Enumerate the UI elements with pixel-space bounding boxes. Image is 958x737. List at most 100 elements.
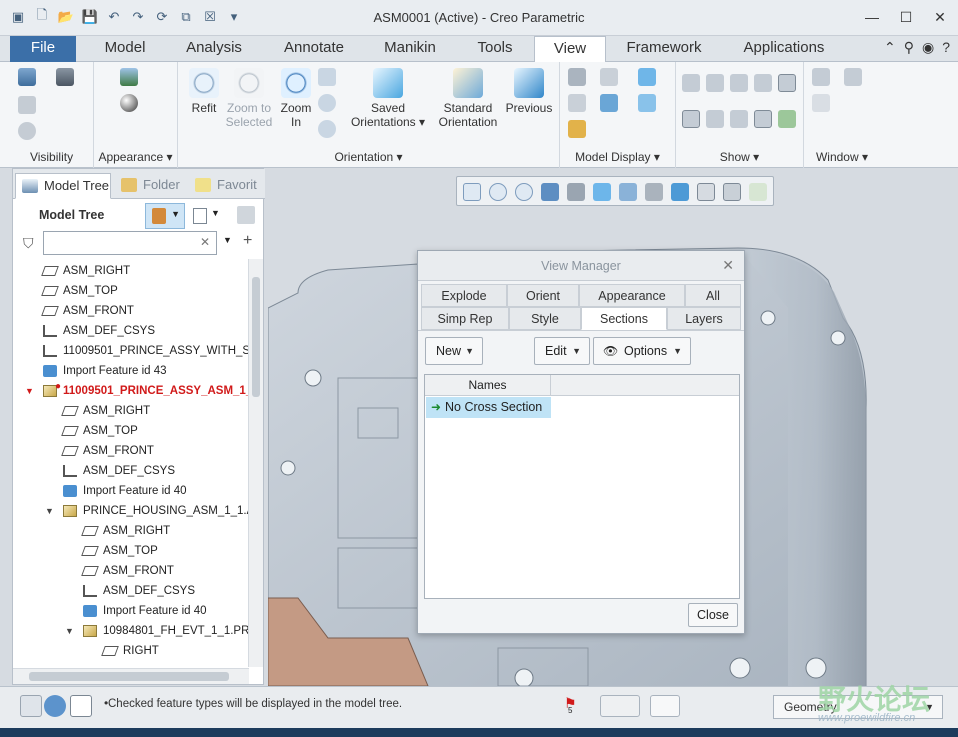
- navigator-toggle-icon[interactable]: [20, 695, 42, 717]
- tree-item[interactable]: ASM_TOP: [13, 541, 249, 561]
- refit-icon[interactable]: [463, 183, 481, 201]
- add-icon[interactable]: +: [243, 232, 252, 250]
- tree-item[interactable]: ASM_TOP: [13, 281, 249, 301]
- settings-dropdown[interactable]: ▼: [145, 203, 185, 229]
- tree-item[interactable]: ASM_DEF_CSYS: [13, 461, 249, 481]
- close-icon[interactable]: ✕: [928, 6, 952, 28]
- browser-icon[interactable]: [44, 695, 66, 717]
- tab-view[interactable]: View: [534, 36, 606, 63]
- activate-icon[interactable]: [812, 68, 830, 86]
- tab-model[interactable]: Model: [88, 36, 162, 62]
- orientation-label[interactable]: Orientation ▾: [178, 150, 559, 164]
- appearance-label[interactable]: Appearance ▾: [94, 150, 177, 164]
- plane-tag-icon[interactable]: [682, 110, 700, 128]
- perspective-icon[interactable]: [645, 183, 663, 201]
- list-item[interactable]: ➜ No Cross Section: [426, 397, 551, 418]
- select-box-icon[interactable]: [650, 695, 680, 717]
- window-label[interactable]: Window ▾: [804, 150, 880, 164]
- point-tag-icon[interactable]: [730, 110, 748, 128]
- search-icon[interactable]: ⚲: [904, 39, 914, 56]
- scenes-icon[interactable]: [120, 68, 138, 86]
- maximize-icon[interactable]: ☐: [894, 6, 918, 28]
- zoom-in-button[interactable]: Zoom In: [276, 68, 316, 129]
- new-button[interactable]: New ▼: [425, 337, 483, 365]
- annotation-display-icon[interactable]: [778, 110, 796, 128]
- spin-center-icon[interactable]: [778, 74, 796, 92]
- display-style-icon[interactable]: [638, 68, 656, 86]
- annotation-display-icon[interactable]: [749, 183, 767, 201]
- view-manager-icon[interactable]: [619, 183, 637, 201]
- section-view-icon[interactable]: [671, 183, 689, 201]
- windows-list-icon[interactable]: [844, 68, 862, 86]
- tab-explode[interactable]: Explode: [421, 284, 507, 307]
- zoom-window-icon[interactable]: [318, 120, 336, 138]
- tab-applications[interactable]: Applications: [722, 36, 846, 62]
- layers-icon[interactable]: [18, 68, 36, 86]
- tree-item[interactable]: ▼ 10984801_FH_EVT_1_1.PRT: [13, 621, 249, 641]
- previous-button[interactable]: Previous: [504, 68, 554, 115]
- tree-filters-icon[interactable]: [237, 206, 255, 224]
- tab-model-tree[interactable]: Model Tree: [15, 173, 111, 199]
- zoom-out-icon[interactable]: [318, 94, 336, 112]
- tab-manikin[interactable]: Manikin: [366, 36, 454, 62]
- tree-item[interactable]: RIGHT: [13, 641, 249, 661]
- minimize-icon[interactable]: —: [860, 6, 884, 28]
- tree-item[interactable]: Import Feature id 40: [13, 481, 249, 501]
- show-dropdown[interactable]: ▼: [193, 206, 223, 226]
- collapse-ribbon-icon[interactable]: ⌃: [884, 39, 896, 56]
- tree-item[interactable]: Import Feature id 40: [13, 601, 249, 621]
- plane-display-icon[interactable]: [682, 74, 700, 92]
- tab-layers[interactable]: Layers: [667, 307, 741, 330]
- tab-simp-rep[interactable]: Simp Rep: [421, 307, 509, 330]
- tab-favorites[interactable]: Favorit: [189, 173, 263, 199]
- names-column-header[interactable]: Names: [425, 375, 551, 396]
- tab-folder-browser[interactable]: Folder: [115, 173, 185, 199]
- zoom-to-selected-button[interactable]: Zoom to Selected: [224, 68, 274, 129]
- axis-display-icon[interactable]: [706, 74, 724, 92]
- tab-file[interactable]: File: [10, 36, 76, 62]
- axis-tag-icon[interactable]: [706, 110, 724, 128]
- saved-orientations-icon[interactable]: [593, 183, 611, 201]
- close-button[interactable]: Close: [688, 603, 738, 627]
- tab-framework[interactable]: Framework: [610, 36, 718, 62]
- tab-analysis[interactable]: Analysis: [166, 36, 262, 62]
- tab-all[interactable]: All: [685, 284, 741, 307]
- tree-item[interactable]: ASM_TOP: [13, 421, 249, 441]
- section-icon[interactable]: [568, 94, 586, 112]
- csys-display-icon[interactable]: [754, 74, 772, 92]
- tree-item[interactable]: ASM_RIGHT: [13, 261, 249, 281]
- spin-center-icon[interactable]: [723, 183, 741, 201]
- shaded-icon[interactable]: [638, 94, 656, 112]
- tab-tools[interactable]: Tools: [458, 36, 532, 62]
- show-label[interactable]: Show ▾: [676, 150, 803, 164]
- tree-item[interactable]: ▼ PRINCE_HOUSING_ASM_1_1.ASM: [13, 501, 249, 521]
- perspective-icon[interactable]: [600, 68, 618, 86]
- expand-arrow-icon[interactable]: ▼: [25, 381, 34, 401]
- tree-item[interactable]: ASM_FRONT: [13, 561, 249, 581]
- standard-orientation-button[interactable]: Standard Orientation: [430, 68, 506, 129]
- options-button[interactable]: 👁 Options ▼: [593, 337, 691, 365]
- chevron-down-icon[interactable]: ▼: [223, 235, 232, 245]
- expand-arrow-icon[interactable]: ▼: [45, 501, 54, 521]
- tree-search-input[interactable]: ✕: [43, 231, 217, 255]
- status-icon[interactable]: [18, 122, 36, 140]
- explode-icon[interactable]: [600, 94, 618, 112]
- community-icon[interactable]: ◉: [922, 39, 934, 56]
- manage-views-icon[interactable]: [568, 68, 586, 86]
- appearance-ball-icon[interactable]: [120, 94, 138, 112]
- pan-icon[interactable]: [318, 68, 336, 86]
- hide-icon[interactable]: [56, 68, 74, 86]
- tree-item[interactable]: ASM_RIGHT: [13, 521, 249, 541]
- tree-item[interactable]: ASM_FRONT: [13, 301, 249, 321]
- close-window-icon[interactable]: [812, 94, 830, 112]
- tab-sections[interactable]: Sections: [581, 307, 667, 330]
- refit-button[interactable]: Refit: [184, 68, 224, 115]
- tree-item[interactable]: ASM_FRONT: [13, 441, 249, 461]
- help-icon[interactable]: ?: [942, 39, 950, 56]
- tab-orient[interactable]: Orient: [507, 284, 579, 307]
- scroll-thumb[interactable]: [29, 672, 229, 681]
- close-icon[interactable]: ✕: [722, 257, 734, 274]
- repaint-icon[interactable]: [541, 183, 559, 201]
- tree-item[interactable]: ASM_DEF_CSYS: [13, 581, 249, 601]
- filter-icon[interactable]: ⛉: [23, 235, 34, 252]
